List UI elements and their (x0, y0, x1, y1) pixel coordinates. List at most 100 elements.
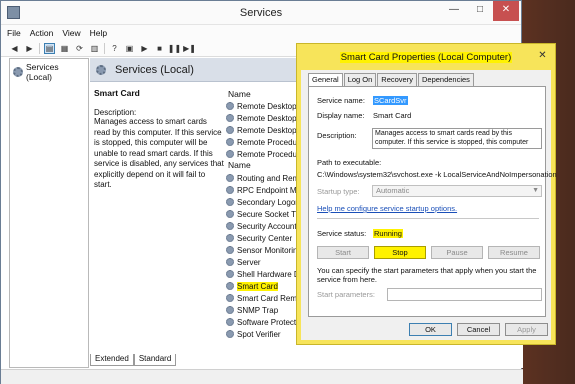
maximize-button[interactable]: □ (467, 1, 493, 21)
toolbar-separator (104, 42, 105, 54)
service-name-value[interactable]: SCardSvr (373, 96, 408, 105)
display-name-value[interactable]: Smart Card (373, 111, 411, 120)
service-row[interactable]: Software Protecti (226, 316, 300, 328)
service-row[interactable]: Remote Procedur (226, 148, 300, 160)
service-row[interactable]: Routing and Rem (226, 172, 300, 184)
console-tree-icon[interactable]: ▤ (44, 42, 55, 54)
help-configure-link[interactable]: Help me configure service startup option… (317, 204, 457, 213)
gear-icon (226, 174, 234, 182)
service-row[interactable]: Remote Desktop (226, 100, 300, 112)
service-row[interactable]: Shell Hardware D (226, 268, 300, 280)
menu-help[interactable]: Help (90, 28, 107, 38)
column-header-name-repeat[interactable]: Name (228, 160, 251, 170)
tab-general[interactable]: General (308, 73, 343, 87)
description-textbox[interactable]: Manages access to smart cards read by th… (372, 128, 542, 149)
restart-icon[interactable]: ▶❚ (183, 43, 196, 54)
start-icon[interactable]: ▶ (139, 43, 150, 54)
ok-button[interactable]: OK (409, 323, 452, 336)
tab-dependencies[interactable]: Dependencies (417, 73, 474, 86)
pause-icon[interactable]: ❚❚ (168, 43, 181, 54)
menu-action[interactable]: Action (30, 28, 54, 38)
service-row[interactable]: Secondary Logon (226, 196, 300, 208)
minimize-button[interactable]: — (441, 1, 467, 21)
tab-recovery[interactable]: Recovery (377, 73, 417, 86)
apply-button[interactable]: Apply (505, 323, 548, 336)
tab-extended[interactable]: Extended (90, 354, 134, 366)
status-bar (1, 369, 523, 384)
startup-type-select[interactable]: Automatic ▼ (372, 185, 542, 197)
service-row[interactable]: Remote Desktop (226, 112, 300, 124)
resume-button[interactable]: Resume (488, 246, 540, 259)
service-name: Remote Procedur (237, 149, 300, 159)
gear-icon (226, 282, 234, 290)
gear-icon (13, 67, 23, 77)
stop-button[interactable]: Stop (374, 246, 426, 259)
service-row[interactable]: Sensor Monitorin (226, 244, 300, 256)
service-row[interactable]: Smart Card (226, 280, 300, 292)
export-list-icon[interactable]: ▥ (89, 43, 100, 54)
path-value: C:\Windows\system32\svchost.exe -k Local… (317, 170, 557, 179)
service-name: Security Center (237, 233, 293, 243)
stop-icon[interactable]: ■ (154, 43, 165, 54)
dialog-close-button[interactable]: ✕ (536, 50, 549, 63)
selected-service-name: Smart Card (94, 88, 140, 98)
gear-icon (226, 318, 234, 326)
service-row[interactable]: SNMP Trap (226, 304, 300, 316)
service-row[interactable]: Remote Desktop (226, 124, 300, 136)
startup-type-value: Automatic (376, 186, 410, 195)
refresh-icon[interactable]: ⟳ (74, 43, 85, 54)
service-row[interactable]: RPC Endpoint Ma (226, 184, 300, 196)
service-row[interactable]: Remote Procedur (226, 136, 300, 148)
startup-type-row: Startup type: (317, 187, 373, 196)
gear-icon (226, 258, 234, 266)
service-row[interactable]: Secure Socket Tu (226, 208, 300, 220)
services-list: Routing and Rem RPC Endpoint Ma Secondary … (226, 172, 300, 340)
service-row[interactable]: Security Center (226, 232, 300, 244)
pause-button[interactable]: Pause (431, 246, 483, 259)
show-hide-icon[interactable]: ▣ (124, 43, 135, 54)
path-label: Path to executable: (317, 158, 382, 167)
display-name-row: Display name: Smart Card (317, 111, 411, 120)
gear-icon (226, 102, 234, 110)
properties-icon[interactable]: ▦ (59, 43, 70, 54)
description-label: Description: (94, 108, 137, 117)
startup-type-label: Startup type: (317, 187, 360, 196)
extended-description: Smart Card Description: Manages access t… (94, 88, 224, 191)
menu-file[interactable]: File (7, 28, 21, 38)
cancel-button[interactable]: Cancel (457, 323, 500, 336)
service-name: Sensor Monitorin (237, 245, 298, 255)
back-arrow-icon[interactable]: ◀ (9, 43, 20, 54)
start-parameters-hint: You can specify the start parameters tha… (317, 266, 537, 284)
close-button[interactable]: ✕ (493, 1, 519, 21)
start-button[interactable]: Start (317, 246, 369, 259)
gear-icon (226, 186, 234, 194)
tab-standard[interactable]: Standard (133, 354, 177, 366)
start-parameters-input[interactable] (387, 288, 542, 301)
column-header-name[interactable]: Name (228, 89, 251, 99)
gear-icon (226, 222, 234, 230)
gear-icon (226, 150, 234, 158)
dialog-title: Smart Card Properties (Local Computer) (339, 52, 513, 63)
gear-icon (226, 246, 234, 254)
divider (317, 218, 539, 219)
gear-icon (226, 114, 234, 122)
tree-item-services-local[interactable]: Services (Local) (10, 59, 88, 85)
forward-arrow-icon[interactable]: ▶ (24, 43, 35, 54)
service-row[interactable]: Security Account (226, 220, 300, 232)
help-icon[interactable]: ? (109, 43, 120, 54)
gear-icon (226, 138, 234, 146)
gear-icon (96, 64, 106, 75)
service-row[interactable]: Server (226, 256, 300, 268)
service-name: Software Protecti (237, 317, 298, 327)
service-row[interactable]: Spot Verifier (226, 328, 300, 340)
service-name: Remote Desktop (237, 125, 297, 135)
gear-icon (226, 198, 234, 206)
console-tree: Services (Local) (9, 58, 89, 368)
service-name: Smart Card Remo (237, 293, 300, 303)
menu-view[interactable]: View (62, 28, 80, 38)
service-name: Remote Desktop (237, 113, 297, 123)
tab-log-on[interactable]: Log On (343, 73, 377, 86)
service-name: Spot Verifier (237, 329, 281, 339)
service-name: Secondary Logon (237, 197, 300, 207)
service-row[interactable]: Smart Card Remo (226, 292, 300, 304)
